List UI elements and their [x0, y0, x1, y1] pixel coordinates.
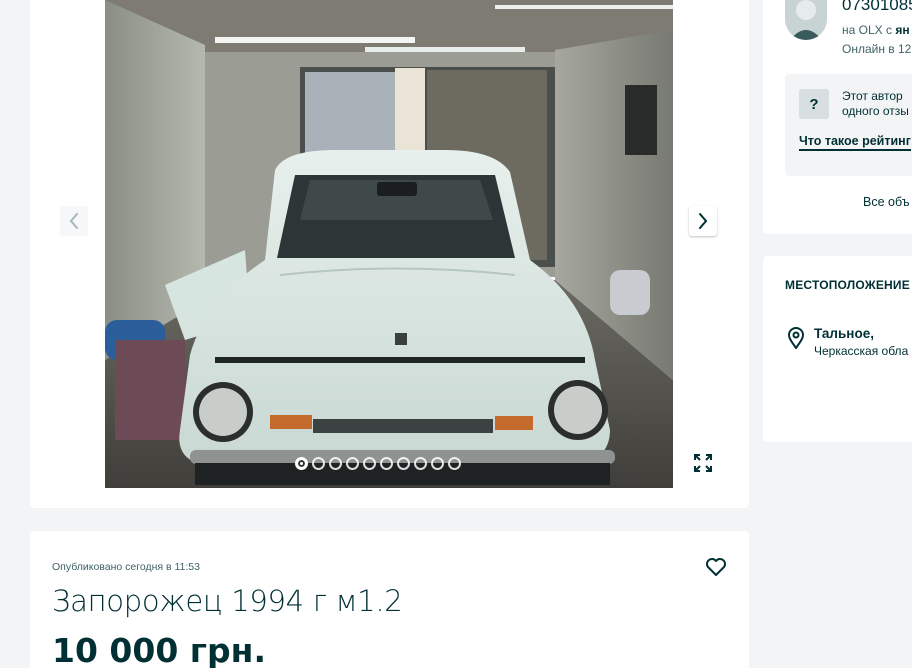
- expand-icon: [694, 454, 712, 472]
- photo-dot[interactable]: [380, 457, 393, 470]
- heart-icon: [706, 558, 726, 576]
- location-card: МЕСТОПОЛОЖЕНИЕ Тальное, Черкасская обла: [763, 256, 912, 442]
- ad-title: Запорожец 1994 г м1.2: [52, 584, 403, 618]
- chevron-left-icon: [69, 213, 78, 229]
- rating-text-line-2: одного отзы: [842, 104, 909, 118]
- photo-dot[interactable]: [295, 457, 308, 470]
- previous-photo-button[interactable]: [60, 206, 88, 236]
- seller-since-prefix: на OLX с: [842, 23, 896, 37]
- photo-dot[interactable]: [329, 457, 342, 470]
- photo-dot[interactable]: [312, 457, 325, 470]
- seller-since-value: ян: [895, 23, 910, 37]
- seller-since: на OLX с ян: [842, 23, 910, 37]
- seller-online-status: Онлайн в 12:: [842, 42, 912, 56]
- rating-text: Этот автор одного отзы: [842, 89, 909, 119]
- published-date: Опубликовано сегодня в 11:53: [52, 561, 200, 573]
- photo-dot[interactable]: [363, 457, 376, 470]
- what-is-rating-link[interactable]: Что такое рейтинг: [799, 134, 911, 151]
- next-photo-button[interactable]: [689, 206, 717, 236]
- photo-dot[interactable]: [346, 457, 359, 470]
- ad-info-card: Опубликовано сегодня в 11:53 Запорожец 1…: [30, 531, 749, 668]
- photo-dot[interactable]: [448, 457, 461, 470]
- photo-gallery: [30, 0, 749, 508]
- chevron-right-icon: [699, 213, 708, 229]
- location-region: Черкасская обла: [814, 344, 909, 358]
- photo-dot[interactable]: [397, 457, 410, 470]
- photo-dot[interactable]: [431, 457, 444, 470]
- favorite-button[interactable]: [704, 555, 728, 579]
- map-pin-icon: [788, 327, 804, 349]
- rating-text-line-1: Этот автор: [842, 89, 903, 103]
- photo-pagination: [295, 457, 461, 470]
- avatar[interactable]: [785, 0, 827, 40]
- ad-price: 10 000 грн.: [52, 631, 266, 668]
- question-icon: ?: [799, 89, 829, 119]
- all-seller-ads-link[interactable]: Все объ: [863, 195, 910, 209]
- fullscreen-button[interactable]: [688, 448, 718, 478]
- photo-dot[interactable]: [414, 457, 427, 470]
- car-photo[interactable]: [105, 0, 673, 488]
- seller-rating-box: ? Этот автор одного отзы Что такое рейти…: [785, 74, 912, 176]
- seller-name[interactable]: 07301085: [842, 0, 912, 15]
- user-avatar-icon: [785, 0, 827, 40]
- location-heading: МЕСТОПОЛОЖЕНИЕ: [785, 278, 910, 292]
- seller-card: 07301085 на OLX с ян Онлайн в 12: ? Этот…: [763, 0, 912, 234]
- location-city: Тальное,: [814, 326, 874, 341]
